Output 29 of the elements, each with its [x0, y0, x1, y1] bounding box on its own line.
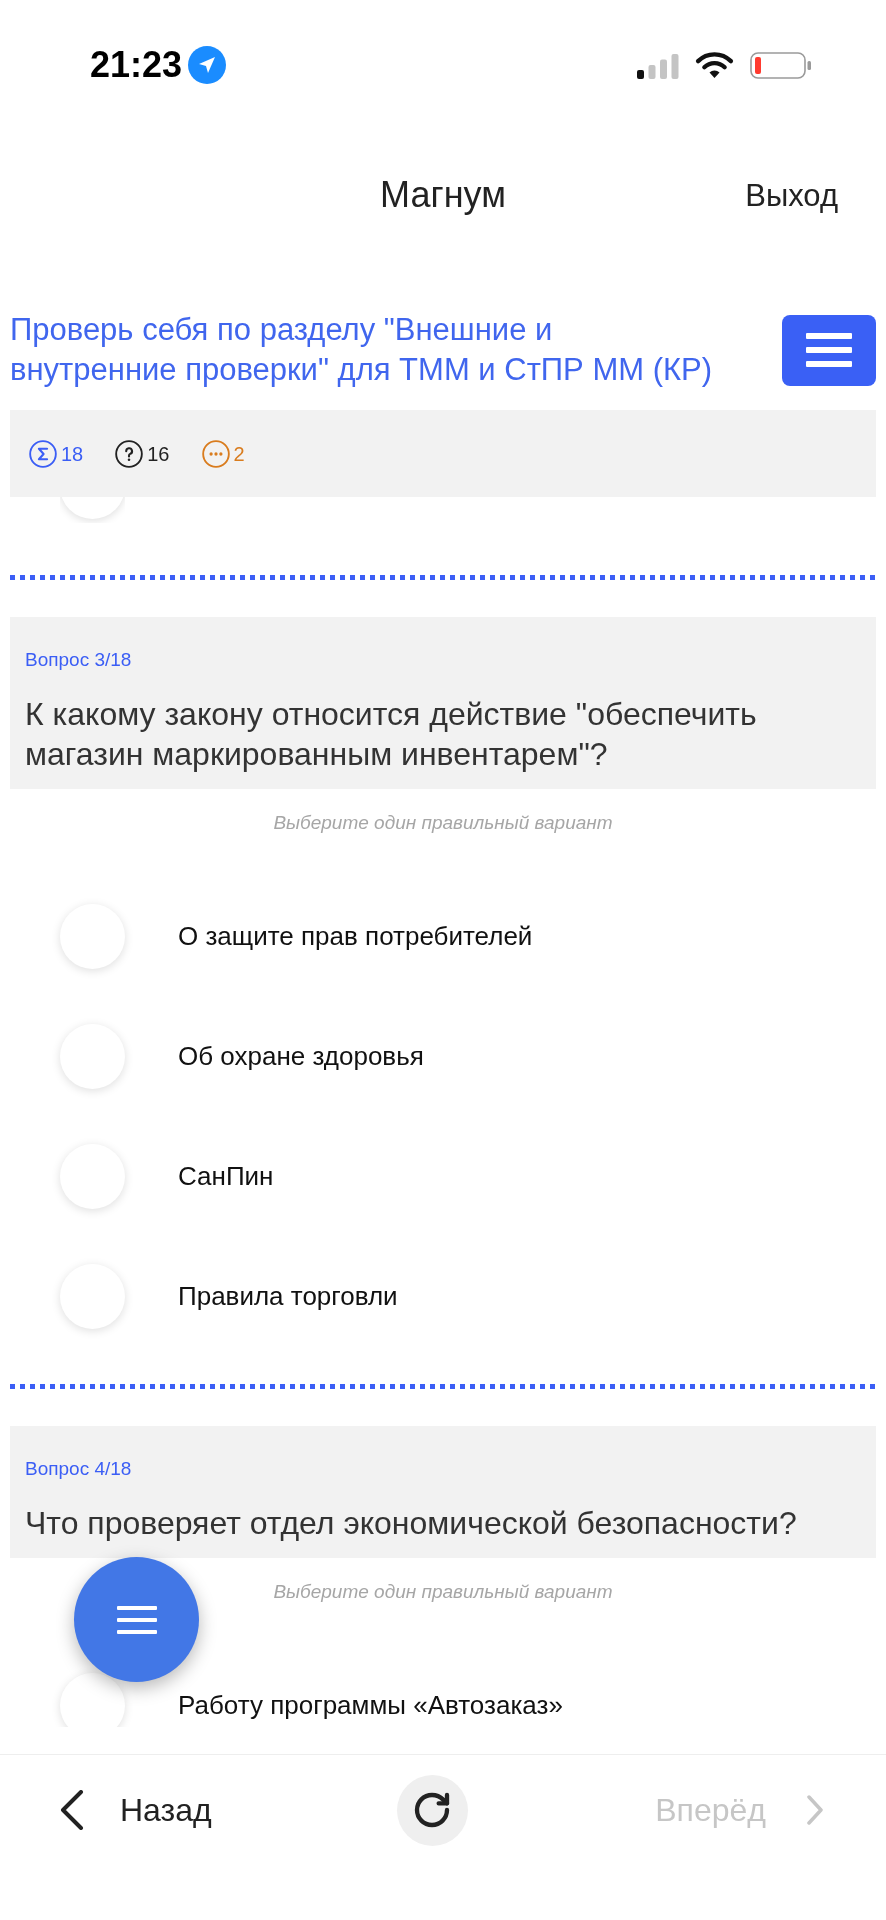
chevron-left-icon — [60, 1790, 84, 1830]
answer-hint: Выберите один правильный вариант — [272, 1580, 614, 1604]
header-title: Магнум — [380, 177, 506, 213]
option-label[interactable]: Работу программы «Автозаказ» — [178, 1689, 563, 1721]
chevron-right-icon — [806, 1795, 824, 1825]
battery-icon — [750, 52, 812, 79]
test-title: Проверь себя по разделу "Внешние и внутренние проверки" для ТММ и СтПР ММ (КР) — [10, 311, 714, 389]
menu-button[interactable] — [782, 314, 876, 386]
menu-icon — [806, 333, 852, 367]
option-label[interactable]: Об охране здоровья — [178, 1040, 424, 1072]
refresh-icon — [412, 1790, 452, 1830]
logout-button[interactable]: Выход — [745, 179, 838, 211]
option-label[interactable]: СанПин — [178, 1160, 274, 1192]
answer-hint: Выберите один правильный вариант — [272, 811, 614, 835]
question-number: Вопрос 4/18 — [25, 1457, 133, 1481]
floating-menu-button[interactable] — [74, 1557, 199, 1682]
back-button[interactable]: Назад — [60, 1790, 212, 1830]
option-label[interactable]: Правила торговли — [178, 1280, 398, 1312]
option-label[interactable]: О защите прав потребителей — [178, 920, 533, 952]
signal-icon — [637, 54, 679, 79]
stat-count: 16 — [147, 443, 170, 464]
menu-icon — [116, 1605, 157, 1634]
question-text: К какому закону относится действие "обеспечить магазин маркированным инвентарем"? — [25, 695, 758, 774]
status-time: 21:23 — [90, 47, 183, 83]
stat-count: 18 — [61, 443, 84, 464]
question-number: Вопрос 3/18 — [25, 648, 133, 672]
wifi-icon — [695, 51, 734, 79]
stat-count: 2 — [233, 443, 245, 464]
question-text: Что проверяет отдел экономической безопасности? — [25, 1504, 798, 1543]
